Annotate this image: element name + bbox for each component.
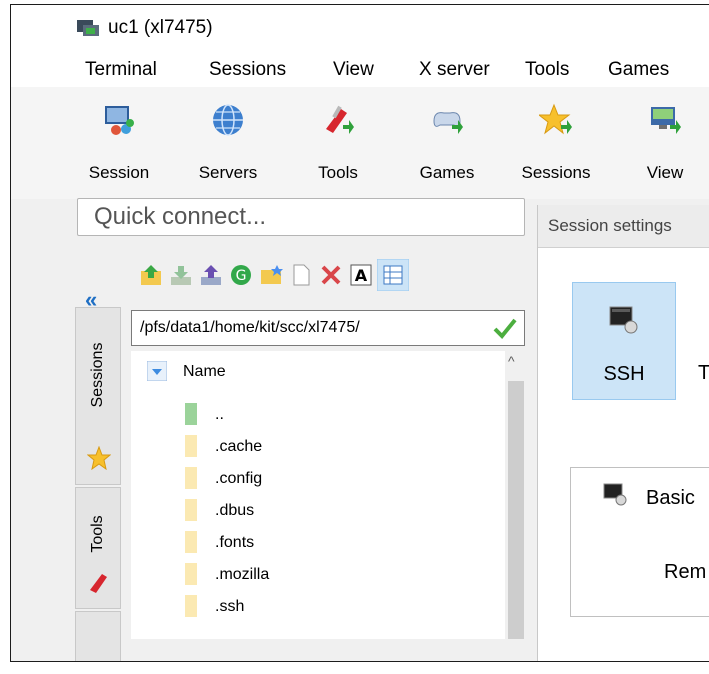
view-button-label: View [646,163,684,182]
title-bar: uc1 (xl7475) [11,5,709,51]
tools-button-label: Tools [318,163,358,182]
ssh-session-type-button[interactable]: SSH [572,282,676,400]
sessions-button-label: Sessions [521,163,591,182]
session-icon [105,106,134,135]
session-type-t-label[interactable]: T [698,362,709,385]
star-icon [87,446,111,470]
quick-connect-input[interactable] [92,199,516,235]
file-row[interactable]: .dbus [131,495,505,527]
checkmark-icon[interactable] [492,315,518,341]
menu-bar: Terminal Sessions View X server Tools Ga… [11,51,709,87]
file-row[interactable]: .config [131,463,505,495]
download-icon[interactable] [169,263,193,287]
folder-icon [185,595,197,617]
folder-icon [185,531,197,553]
parent-folder-icon [185,403,197,425]
tab-more[interactable] [75,611,121,661]
session-button[interactable]: Session [79,93,159,193]
tools-button[interactable]: Tools [298,93,378,193]
folder-icon [185,499,197,521]
menu-games[interactable]: Games [608,59,669,81]
tab-tools-label: Tools [89,514,106,553]
basic-settings-label: Basic [646,487,695,509]
app-logo-icon [77,20,99,36]
tab-sessions[interactable]: Sessions [75,307,121,485]
file-list-scrollbar[interactable]: ^ [505,351,525,639]
scroll-up-icon[interactable]: ^ [508,353,515,369]
file-list: Name .. .cache .config .dbus .fonts .moz… [131,351,505,639]
view-button[interactable]: View [625,93,705,193]
menu-terminal[interactable]: Terminal [85,59,157,81]
monitor-icon [651,107,681,134]
quick-connect-box[interactable] [77,198,525,236]
app-window: uc1 (xl7475) Terminal Sessions View X se… [10,4,709,662]
toolbar: Session Servers Tools Games Sessions Vie… [11,87,709,199]
games-button[interactable]: Games [407,93,487,193]
upload-icon[interactable] [199,263,223,287]
file-name: .dbus [215,502,255,519]
svg-text:G: G [236,268,247,284]
file-name: .ssh [215,598,245,615]
scroll-thumb[interactable] [508,381,524,639]
session-button-label: Session [88,163,150,182]
sessions-button[interactable]: Sessions [516,93,596,193]
session-settings-header: Session settings [538,205,709,248]
terminal-icon [609,306,638,334]
servers-button-label: Servers [198,163,258,182]
refresh-icon[interactable]: G [229,263,253,287]
globe-icon [213,104,243,136]
file-toolbar: G A [131,257,525,295]
menu-view[interactable]: View [333,59,374,81]
folder-icon [185,563,197,585]
folder-icon [185,467,197,489]
folder-up-icon[interactable] [139,263,163,287]
remote-host-label: Rem [664,561,707,583]
file-name: .config [215,470,263,487]
menu-tools[interactable]: Tools [525,59,569,81]
new-folder-icon[interactable] [259,263,283,287]
knife-icon [90,574,107,593]
file-row[interactable]: .ssh [131,591,505,623]
file-name: .fonts [215,534,255,551]
ssh-label: SSH [603,363,645,385]
star-icon [539,103,572,135]
column-name-header: Name [183,363,226,380]
font-icon[interactable]: A [349,263,373,287]
knife-icon [326,105,354,134]
file-row[interactable]: .fonts [131,527,505,559]
servers-button[interactable]: Servers [188,93,268,193]
sort-down-icon [147,361,167,381]
remote-path-input[interactable] [132,311,492,345]
session-settings-title: Session settings [548,216,672,235]
folder-icon [185,435,197,457]
delete-icon[interactable] [319,263,343,287]
menu-x-server[interactable]: X server [419,59,490,81]
window-title: uc1 (xl7475) [108,17,213,38]
tab-tools[interactable]: Tools [75,487,121,609]
svg-text:A: A [355,266,368,285]
details-view-icon[interactable] [377,259,409,291]
file-list-header[interactable]: Name [131,351,505,391]
new-file-icon[interactable] [289,263,313,287]
session-settings-panel: Session settings SSH T Basic Rem [537,205,709,661]
terminal-icon [603,483,627,506]
menu-sessions[interactable]: Sessions [209,59,286,81]
remote-path-box[interactable] [131,310,525,346]
file-row[interactable]: .. [131,399,505,431]
games-button-label: Games [419,163,475,182]
gamepad-icon [433,112,463,134]
tab-sessions-label: Sessions [89,342,106,408]
file-name: .mozilla [215,566,270,583]
file-name: .cache [215,438,263,455]
file-row[interactable]: .cache [131,431,505,463]
file-row[interactable]: .mozilla [131,559,505,591]
file-name: .. [215,406,224,423]
